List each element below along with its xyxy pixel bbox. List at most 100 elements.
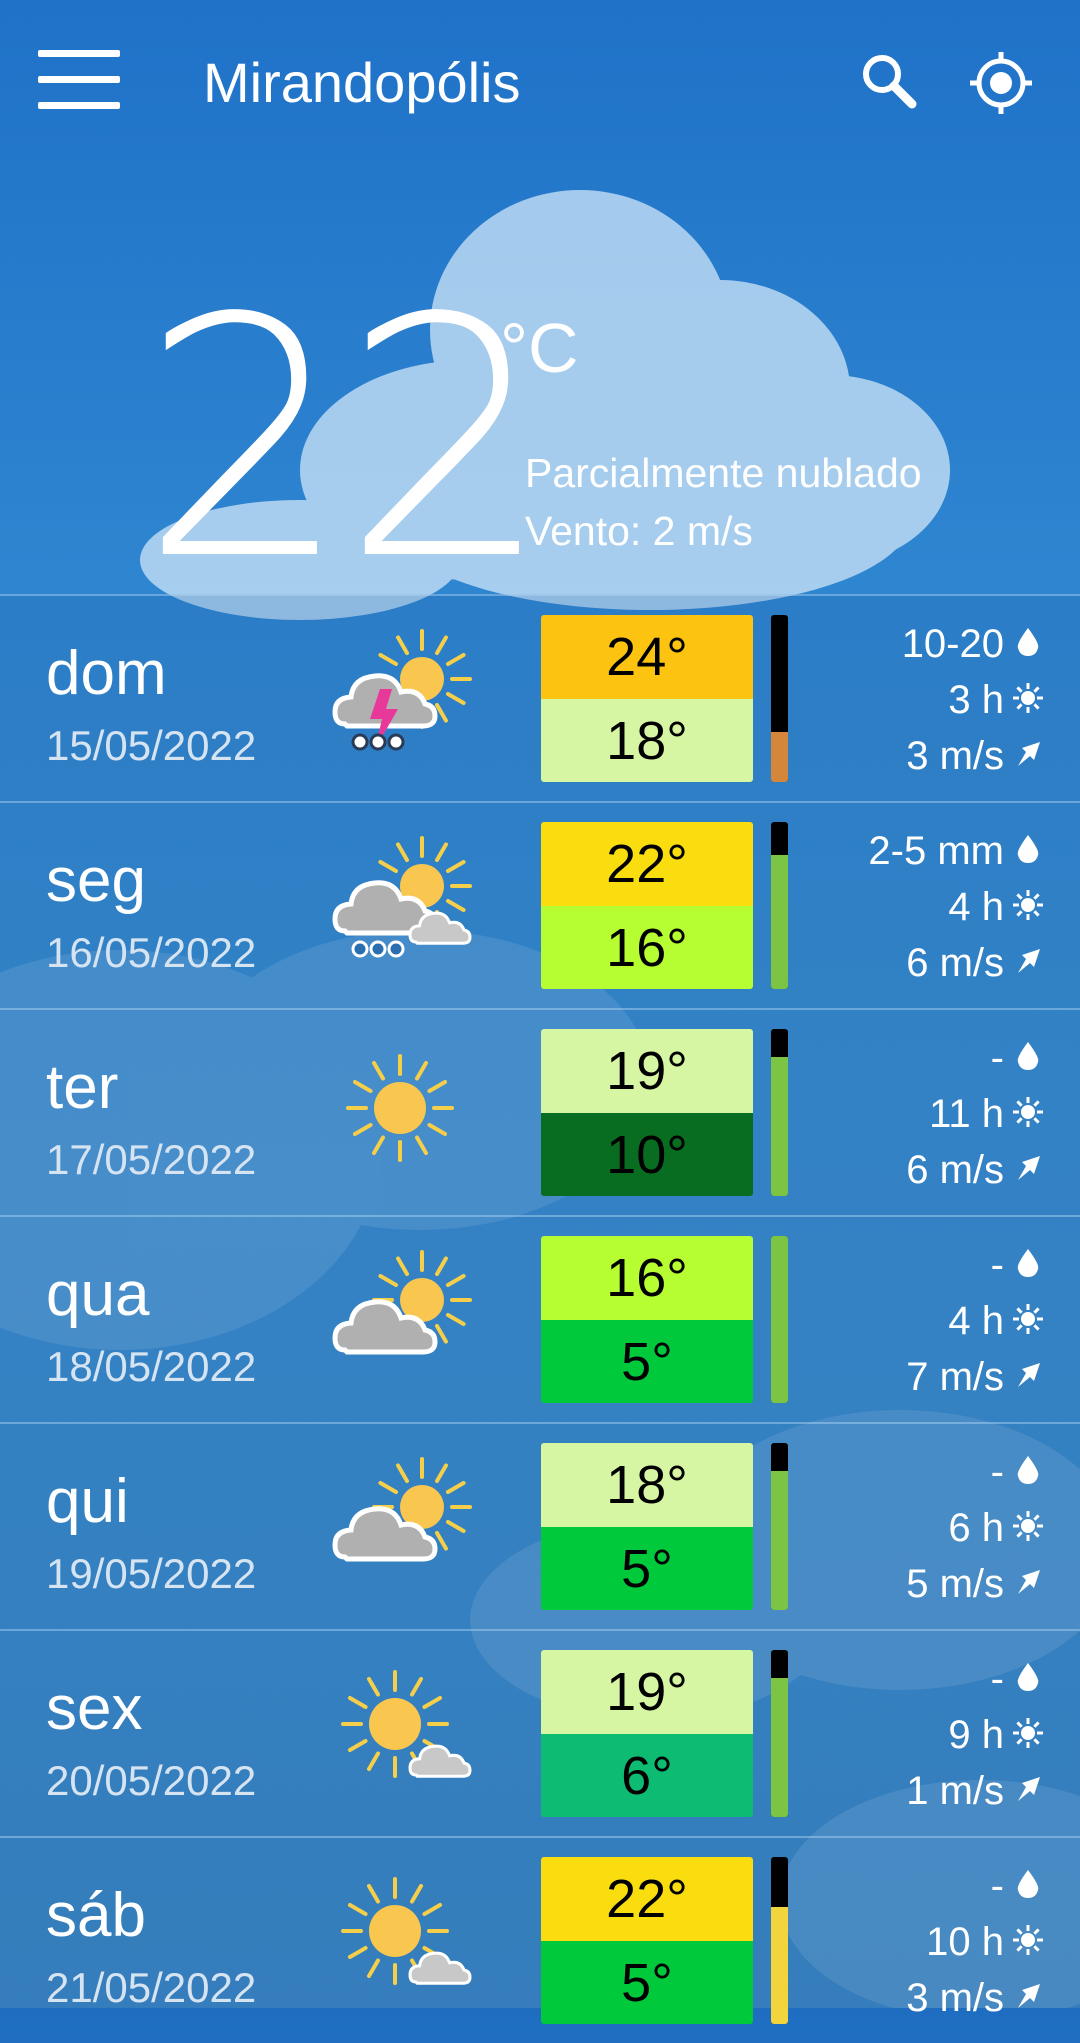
sun-small-cloud-icon: [341, 1670, 472, 1778]
forecast-sun-hours: 11 h: [929, 1092, 1004, 1136]
sun-icon: [1012, 682, 1044, 714]
forecast-sun-hours: 9 h: [948, 1713, 1004, 1757]
forecast-date: 18/05/2022: [46, 1343, 257, 1390]
wind-arrow-icon: [1012, 1773, 1044, 1805]
sun-icon: [1012, 1303, 1044, 1335]
forecast-row-qui[interactable]: qui 19/05/2022 18° 5° - 6 h 5 m/s: [0, 1422, 1080, 1629]
search-icon[interactable]: [858, 50, 918, 110]
forecast-level-bar: [771, 1029, 788, 1196]
forecast-row-seg[interactable]: seg 16/05/2022 22° 16° 2-5 mm 4 h 6 m/s: [0, 801, 1080, 1008]
forecast-row-ter[interactable]: ter 17/05/2022 19° 10° - 11 h 6 m/s: [0, 1008, 1080, 1215]
forecast-precipitation: 10-20: [901, 622, 1004, 666]
cloud-sun-icon: [332, 1457, 472, 1562]
rain-cloud-sun-icon: [332, 836, 472, 958]
forecast-day: sáb: [46, 1881, 146, 1950]
wind-arrow-icon: [1012, 1152, 1044, 1184]
forecast-precipitation: -: [990, 1657, 1004, 1701]
forecast-low-temp: 5°: [541, 1527, 753, 1610]
forecast-low-temp: 5°: [541, 1320, 753, 1403]
forecast-day: seg: [46, 846, 146, 915]
raindrop-icon: [1012, 833, 1044, 865]
forecast-wind: 6 m/s: [906, 941, 1004, 985]
forecast-level-bar-fill: [771, 1057, 788, 1196]
forecast-low-temp: 5°: [541, 1941, 753, 2024]
forecast-date: 21/05/2022: [46, 1964, 257, 2011]
forecast-row-sex[interactable]: sex 20/05/2022 19° 6° - 9 h 1 m/s: [0, 1629, 1080, 1836]
forecast-level-bar-fill: [771, 1471, 788, 1610]
forecast-wind: 3 m/s: [906, 734, 1004, 778]
forecast-level-bar: [771, 1857, 788, 2024]
forecast-level-bar: [771, 615, 788, 782]
forecast-day: sex: [46, 1674, 143, 1743]
forecast-high-temp: 22°: [541, 822, 753, 906]
forecast-day: dom: [46, 639, 167, 708]
forecast-wind: 3 m/s: [906, 1976, 1004, 2020]
cloud-sun-icon: [332, 1250, 472, 1355]
forecast-wind: 7 m/s: [906, 1355, 1004, 1399]
forecast-day: ter: [46, 1053, 119, 1122]
locate-target-icon[interactable]: [968, 50, 1034, 116]
wind-arrow-icon: [1012, 1980, 1044, 2012]
sun-small-cloud-icon: [341, 1877, 472, 1985]
forecast-sun-hours: 10 h: [926, 1920, 1004, 1964]
forecast-date: 16/05/2022: [46, 929, 257, 976]
raindrop-icon: [1012, 1661, 1044, 1693]
top-app-bar: Mirandopólis: [0, 0, 1080, 165]
temperature-unit: °C: [500, 309, 579, 387]
sun-icon: [1012, 889, 1044, 921]
forecast-level-bar-fill: [771, 855, 788, 989]
daily-forecast-list: dom 15/05/2022 24° 18° 10-20 3 h 3 m/s s…: [0, 594, 1080, 2043]
forecast-level-bar: [771, 1650, 788, 1817]
forecast-day: qua: [46, 1260, 150, 1329]
forecast-level-bar: [771, 1443, 788, 1610]
forecast-row-qua[interactable]: qua 18/05/2022 16° 5° - 4 h 7 m/s: [0, 1215, 1080, 1422]
current-wind: Vento: 2 m/s: [525, 508, 753, 554]
wind-arrow-icon: [1012, 1359, 1044, 1391]
forecast-low-temp: 16°: [541, 906, 753, 989]
forecast-high-temp: 24°: [541, 615, 753, 699]
forecast-high-temp: 19°: [541, 1029, 753, 1113]
raindrop-icon: [1012, 1868, 1044, 1900]
forecast-date: 15/05/2022: [46, 722, 257, 769]
forecast-level-bar-fill: [771, 1678, 788, 1817]
forecast-row-dom[interactable]: dom 15/05/2022 24° 18° 10-20 3 h 3 m/s: [0, 594, 1080, 801]
forecast-wind: 1 m/s: [906, 1769, 1004, 1813]
sun-icon: [1012, 1717, 1044, 1749]
sun-icon: [346, 1054, 454, 1162]
current-temperature: 22: [140, 248, 552, 632]
raindrop-icon: [1012, 1040, 1044, 1072]
forecast-high-temp: 16°: [541, 1236, 753, 1320]
raindrop-icon: [1012, 1454, 1044, 1486]
forecast-sun-hours: 4 h: [948, 885, 1004, 929]
sun-icon: [1012, 1924, 1044, 1956]
forecast-high-temp: 18°: [541, 1443, 753, 1527]
forecast-precipitation: 2-5 mm: [868, 829, 1004, 873]
forecast-level-bar-fill: [771, 731, 788, 782]
forecast-high-temp: 22°: [541, 1857, 753, 1941]
thunderstorm-sun-icon: [332, 629, 472, 751]
forecast-level-bar-fill: [771, 1236, 788, 1403]
forecast-wind: 6 m/s: [906, 1148, 1004, 1192]
forecast-row-sáb[interactable]: sáb 21/05/2022 22° 5° - 10 h 3 m/s: [0, 1836, 1080, 2043]
forecast-precipitation: -: [990, 1243, 1004, 1287]
forecast-wind: 5 m/s: [906, 1562, 1004, 1606]
forecast-precipitation: -: [990, 1864, 1004, 1908]
forecast-date: 17/05/2022: [46, 1136, 257, 1183]
forecast-sun-hours: 3 h: [948, 678, 1004, 722]
wind-arrow-icon: [1012, 738, 1044, 770]
sun-icon: [1012, 1510, 1044, 1542]
forecast-low-temp: 18°: [541, 699, 753, 782]
forecast-precipitation: -: [990, 1450, 1004, 1494]
forecast-low-temp: 10°: [541, 1113, 753, 1196]
forecast-date: 19/05/2022: [46, 1550, 257, 1597]
city-name[interactable]: Mirandopólis: [203, 50, 521, 115]
forecast-level-bar: [771, 822, 788, 989]
forecast-high-temp: 19°: [541, 1650, 753, 1734]
forecast-day: qui: [46, 1467, 129, 1536]
wind-arrow-icon: [1012, 1566, 1044, 1598]
hamburger-menu-icon[interactable]: [38, 50, 120, 110]
forecast-date: 20/05/2022: [46, 1757, 257, 1804]
forecast-sun-hours: 6 h: [948, 1506, 1004, 1550]
current-condition: Parcialmente nublado: [525, 450, 922, 496]
raindrop-icon: [1012, 1247, 1044, 1279]
